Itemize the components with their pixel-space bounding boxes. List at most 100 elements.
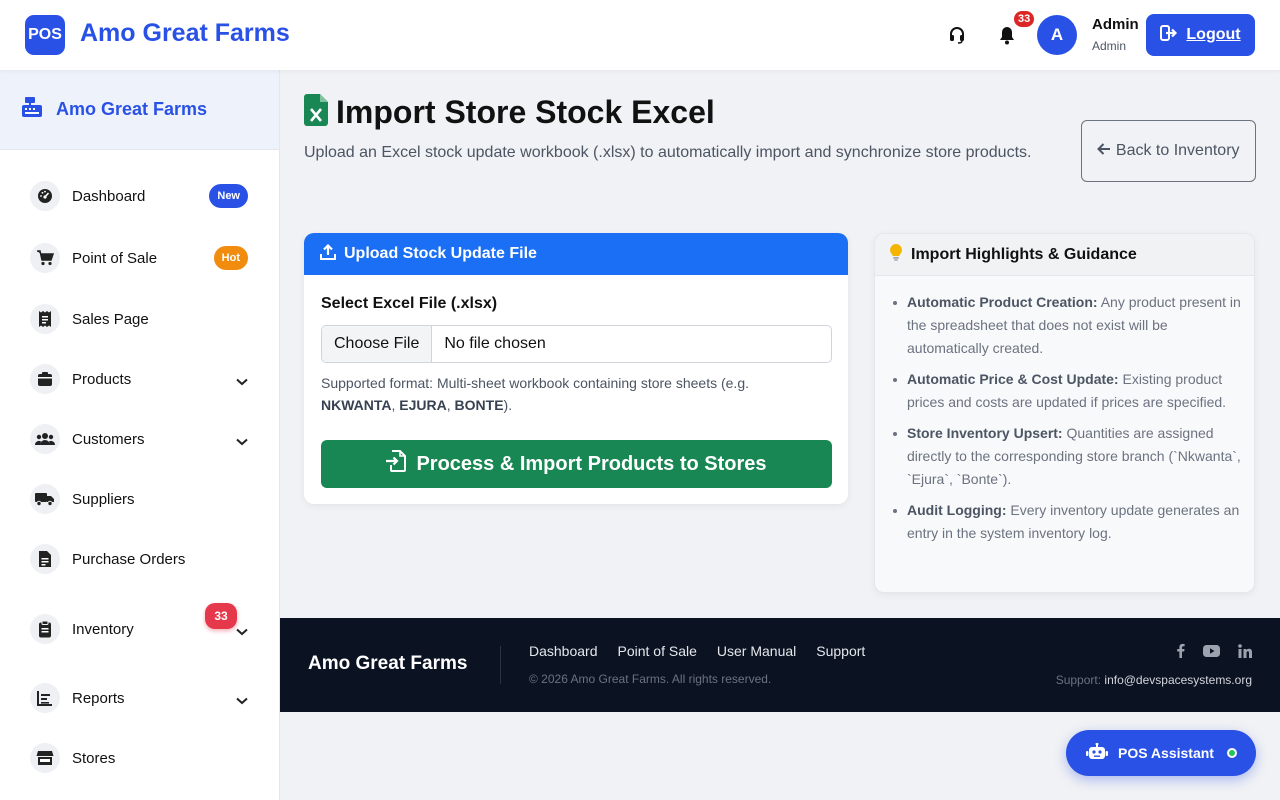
back-button-label: Back to Inventory	[1115, 142, 1240, 159]
file-invoice-icon	[30, 544, 60, 574]
list-item: Store Inventory Upsert: Quantities are a…	[889, 422, 1241, 491]
pos-assistant-button[interactable]: POS Assistant	[1066, 730, 1256, 776]
footer-link-point-of-sale[interactable]: Point of Sale	[618, 643, 697, 659]
sidebar-item-point-of-sale[interactable]: Point of Sale Hot	[30, 238, 252, 278]
footer-link-dashboard[interactable]: Dashboard	[529, 643, 598, 659]
chevron-down-icon	[236, 373, 248, 391]
sidebar-item-label: Reports	[72, 689, 125, 707]
cash-register-icon	[20, 96, 44, 123]
sidebar-item-label: Point of Sale	[72, 249, 158, 267]
clipboard-icon	[30, 614, 60, 644]
sidebar-item-inventory[interactable]: Inventory 33	[30, 603, 252, 649]
headset-icon[interactable]	[946, 24, 968, 46]
page-subtitle: Upload an Excel stock update workbook (.…	[304, 144, 1032, 161]
upload-card: Upload Stock Update File Select Excel Fi…	[304, 233, 848, 504]
sidebar-item-products[interactable]: Products	[30, 359, 252, 399]
store-icon	[30, 743, 60, 773]
excel-file-input[interactable]: Choose File No file chosen	[321, 325, 832, 363]
chevron-down-icon	[236, 623, 248, 641]
linkedin-icon[interactable]	[1238, 643, 1252, 663]
lightbulb-icon	[889, 243, 903, 266]
upload-card-title: Upload Stock Update File	[344, 245, 537, 262]
sheet-name: NKWANTA	[321, 397, 392, 413]
top-navbar: POS Amo Great Farms 33 A Admin Admin Log…	[0, 0, 1280, 70]
support-contact: Support: info@devspacesystems.org	[1055, 673, 1252, 687]
sidebar-item-label: Stores	[72, 749, 116, 767]
sidebar-item-label: Products	[72, 370, 132, 388]
sheet-name: BONTE	[454, 397, 504, 413]
sidebar: Amo Great Farms Dashboard New Point of S…	[0, 70, 280, 800]
cart-icon	[30, 243, 60, 273]
guidance-card: Import Highlights & Guidance Automatic P…	[874, 233, 1255, 593]
footer-link-user-manual[interactable]: User Manual	[717, 643, 796, 659]
truck-icon	[30, 484, 60, 514]
file-import-icon	[386, 450, 407, 478]
sidebar-item-sales-page[interactable]: Sales Page	[30, 299, 252, 339]
file-input-value: No file chosen	[444, 335, 546, 352]
arrow-left-icon	[1097, 142, 1111, 159]
page-title: Import Store Stock Excel	[304, 94, 715, 131]
sidebar-item-label: Inventory	[72, 620, 134, 638]
sidebar-item-label: Sales Page	[72, 310, 149, 328]
avatar[interactable]: A	[1037, 15, 1077, 55]
process-import-button[interactable]: Process & Import Products to Stores	[321, 440, 832, 488]
brand-name[interactable]: Amo Great Farms	[80, 19, 290, 48]
chart-icon	[30, 683, 60, 713]
footer-links: Dashboard Point of Sale User Manual Supp…	[529, 643, 865, 659]
facebook-icon[interactable]	[1176, 643, 1185, 663]
sidebar-item-label: Dashboard	[72, 187, 146, 205]
sidebar-item-stores[interactable]: Stores	[30, 738, 252, 778]
robot-icon	[1086, 742, 1108, 764]
supported-format-help: Supported format: Multi-sheet workbook c…	[321, 375, 749, 413]
social-links	[1176, 643, 1252, 663]
guidance-list: Automatic Product Creation: Any product …	[889, 291, 1241, 553]
footer-brand: Amo Great Farms	[308, 653, 468, 674]
receipt-icon	[30, 304, 60, 334]
sidebar-title: Amo Great Farms	[56, 99, 208, 119]
user-name: Admin	[1092, 16, 1139, 33]
sidebar-item-label: Suppliers	[72, 490, 135, 508]
assistant-label: POS Assistant	[1118, 745, 1214, 761]
user-role: Admin	[1092, 39, 1127, 53]
back-to-inventory-button[interactable]: Back to Inventory	[1081, 120, 1256, 182]
footer-link-support[interactable]: Support	[816, 643, 865, 659]
youtube-icon[interactable]	[1203, 644, 1220, 662]
excel-file-icon	[304, 94, 328, 131]
online-status-dot	[1227, 748, 1237, 758]
sheet-name: EJURA	[399, 397, 447, 413]
box-icon	[30, 364, 60, 394]
upload-card-header: Upload Stock Update File	[304, 233, 848, 275]
logout-button[interactable]: Logout	[1146, 14, 1255, 56]
sidebar-item-customers[interactable]: Customers	[30, 419, 252, 459]
guidance-card-title: Import Highlights & Guidance	[911, 245, 1137, 263]
page-title-text: Import Store Stock Excel	[336, 94, 715, 130]
footer: Amo Great Farms Dashboard Point of Sale …	[280, 618, 1280, 712]
logout-label: Logout	[1186, 26, 1241, 43]
file-field-label: Select Excel File (.xlsx)	[321, 295, 498, 312]
list-item: Audit Logging: Every inventory update ge…	[889, 499, 1241, 545]
copyright: © 2026 Amo Great Farms. All rights reser…	[529, 672, 772, 686]
sidebar-item-dashboard[interactable]: Dashboard New	[30, 176, 252, 216]
footer-divider	[500, 646, 501, 684]
list-item: Automatic Product Creation: Any product …	[889, 291, 1241, 360]
list-item: Automatic Price & Cost Update: Existing …	[889, 368, 1241, 414]
sidebar-header: Amo Great Farms	[0, 70, 279, 150]
sidebar-item-reports[interactable]: Reports	[30, 678, 252, 718]
sidebar-item-label: Customers	[72, 430, 145, 448]
chevron-down-icon	[236, 433, 248, 451]
chevron-down-icon	[236, 692, 248, 710]
new-badge: New	[209, 184, 248, 208]
bell-icon[interactable]	[996, 24, 1018, 46]
notification-badge: 33	[1013, 10, 1036, 28]
sidebar-item-suppliers[interactable]: Suppliers	[30, 479, 252, 519]
choose-file-button[interactable]: Choose File	[322, 326, 433, 362]
process-button-label: Process & Import Products to Stores	[416, 452, 767, 475]
guidance-card-header: Import Highlights & Guidance	[875, 234, 1254, 276]
inventory-alert-badge: 33	[205, 603, 237, 629]
upload-icon	[320, 243, 336, 265]
sidebar-item-label: Purchase Orders	[72, 550, 186, 568]
sidebar-item-purchase-orders[interactable]: Purchase Orders	[30, 539, 252, 579]
hot-badge: Hot	[213, 246, 248, 270]
brand-logo[interactable]: POS	[25, 15, 65, 55]
support-email[interactable]: info@devspacesystems.org	[1104, 673, 1252, 687]
